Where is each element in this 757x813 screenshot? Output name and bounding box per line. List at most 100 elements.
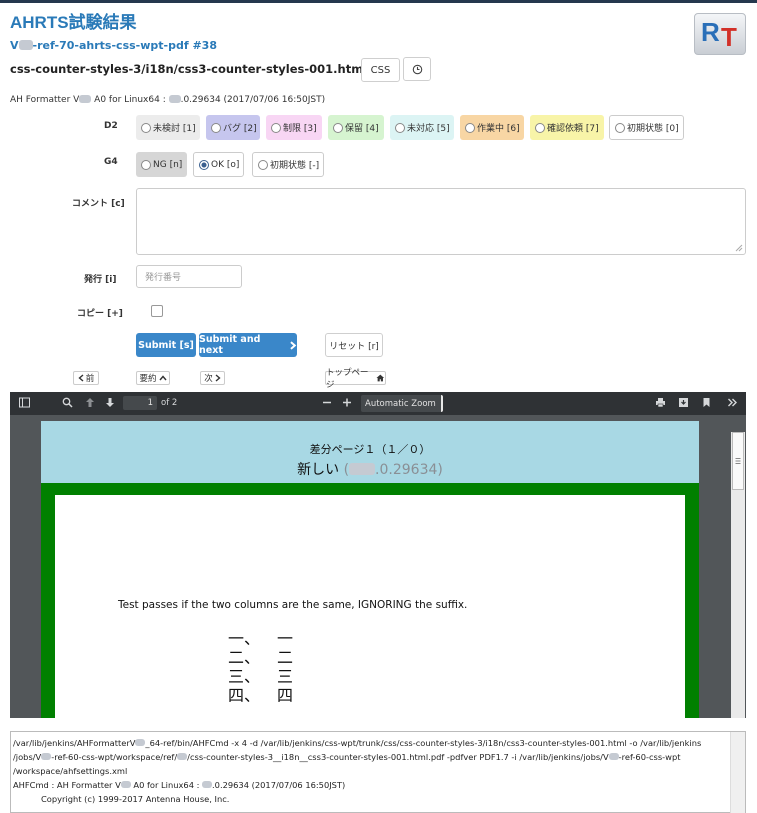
sidebar-toggle-icon[interactable] xyxy=(19,397,30,408)
scroll-thumb[interactable] xyxy=(732,432,744,490)
log-text: /css-counter-styles-3__i18n__css3-counte… xyxy=(187,752,609,762)
radio-button[interactable] xyxy=(333,122,343,133)
option-label: 初期状態 [0] xyxy=(627,124,679,134)
download-icon[interactable] xyxy=(678,397,689,408)
test-instruction: Test passes if the two columns are the s… xyxy=(118,599,468,611)
log-line: /var/lib/jenkins/AHFormatterV _64-ref/bin… xyxy=(13,736,725,750)
log-line: AHFCmd : AH Formatter V A0 for Linux64 :… xyxy=(13,778,725,792)
comment-textarea[interactable] xyxy=(136,188,746,255)
bookmark-icon[interactable] xyxy=(702,397,711,408)
d2-option[interactable]: 未検討 [1] xyxy=(136,115,200,140)
radio-button[interactable] xyxy=(141,159,151,170)
radio-button[interactable] xyxy=(199,159,209,170)
build-link-prefix: V xyxy=(10,39,19,52)
logo-letter-t: T xyxy=(721,22,737,52)
radio-button[interactable] xyxy=(395,122,405,133)
redacted-version xyxy=(177,753,188,760)
command-log[interactable]: /var/lib/jenkins/AHFormatterV _64-ref/bin… xyxy=(10,731,746,813)
log-scrollbar[interactable] xyxy=(730,732,745,813)
g4-option[interactable]: 初期状態 [-] xyxy=(252,152,324,177)
top-border xyxy=(0,0,757,3)
d2-label: D2 xyxy=(104,121,118,131)
redacted-version xyxy=(135,739,146,746)
issue-number-input[interactable]: 発行番号 xyxy=(136,265,242,288)
log-text: /jobs/V xyxy=(13,752,42,762)
copy-checkbox[interactable] xyxy=(151,305,163,317)
tools-chevron-icon[interactable] xyxy=(727,397,738,408)
redacted-version xyxy=(349,463,376,475)
zoom-out-icon[interactable] xyxy=(322,397,332,408)
next-button[interactable]: 次 xyxy=(200,371,225,385)
rendered-test-area: Test passes if the two columns are the s… xyxy=(55,495,685,718)
print-icon[interactable] xyxy=(655,397,666,408)
copy-label: コピー [+] xyxy=(77,309,123,319)
summary-button[interactable]: 要約 xyxy=(136,371,170,385)
previous-page-icon[interactable] xyxy=(85,397,95,408)
test-filename: css-counter-styles-3/i18n/css3-counter-s… xyxy=(10,62,368,76)
radio-button[interactable] xyxy=(465,122,475,133)
d2-option[interactable]: 初期状態 [0] xyxy=(609,115,684,140)
grip-icon xyxy=(735,458,741,464)
radio-button[interactable] xyxy=(535,122,545,133)
submit-button[interactable]: Submit [s] xyxy=(136,333,196,357)
d2-option[interactable]: 保留 [4] xyxy=(328,115,384,140)
d2-option[interactable]: バグ [2] xyxy=(206,115,260,140)
log-text: -ref-60-css-wpt xyxy=(618,752,681,762)
d2-option[interactable]: 制限 [3] xyxy=(266,115,322,140)
radio-button[interactable] xyxy=(258,159,268,170)
clock-icon xyxy=(412,64,422,74)
top-page-button[interactable]: トップページ xyxy=(325,368,386,390)
option-label: 制限 [3] xyxy=(283,124,317,134)
d2-option[interactable]: 未対応 [5] xyxy=(390,115,454,140)
formatter-prefix: AH Formatter V xyxy=(10,95,80,105)
zoom-in-icon[interactable] xyxy=(342,397,352,408)
pdf-scrollbar[interactable] xyxy=(731,432,745,718)
summary-label: 要約 xyxy=(139,374,157,384)
prev-button[interactable]: 前 xyxy=(73,371,99,385)
option-label: OK [o] xyxy=(211,159,240,170)
option-label: 未検討 [1] xyxy=(153,124,196,134)
pdf-viewer[interactable]: 1 of 2 Automatic Zoom 差分ページ１（１／０） 新しい (.… xyxy=(10,392,746,718)
radio-button[interactable] xyxy=(141,122,151,133)
option-label: 未対応 [5] xyxy=(407,124,450,134)
search-icon[interactable] xyxy=(62,397,73,408)
next-page-icon[interactable] xyxy=(105,397,115,408)
history-button[interactable] xyxy=(403,57,431,81)
cjk-numeral: 一 xyxy=(277,629,294,648)
new-version-label: 新しい (.0.29634) xyxy=(41,459,699,479)
cjk-numeral: 三 xyxy=(277,667,294,686)
resize-handle-icon[interactable] xyxy=(735,244,743,252)
page-number-input[interactable]: 1 xyxy=(123,396,157,410)
redacted-version xyxy=(608,753,619,760)
radio-button[interactable] xyxy=(271,122,281,133)
radio-button[interactable] xyxy=(211,122,221,133)
page-title: AHRTS試験結果 xyxy=(10,13,137,32)
page-total: of 2 xyxy=(161,398,178,408)
prev-label: 前 xyxy=(85,374,95,384)
build-link-suffix: -ref-70-ahrts-css-wpt-pdf #38 xyxy=(32,39,217,52)
cjk-numeral: 四、 xyxy=(228,686,261,705)
d2-option[interactable]: 確認依頼 [7] xyxy=(530,115,604,140)
cjk-numeral: 二 xyxy=(277,648,294,667)
result-frame: Test passes if the two columns are the s… xyxy=(41,483,699,718)
option-label: バグ [2] xyxy=(223,124,257,134)
next-label: 次 xyxy=(204,374,213,384)
d2-option[interactable]: 作業中 [6] xyxy=(460,115,524,140)
css-button[interactable]: CSS xyxy=(361,58,400,82)
formatter-version: AH Formatter V A0 for Linux64 : .0.29634… xyxy=(10,95,325,105)
log-line: /workspace/ahfsettings.xml xyxy=(13,766,128,776)
zoom-select[interactable]: Automatic Zoom xyxy=(361,395,443,412)
option-label: 作業中 [6] xyxy=(477,124,520,134)
reset-button[interactable]: リセット [r] xyxy=(325,333,383,357)
rt-logo: R T xyxy=(694,13,746,55)
pdf-page: 差分ページ１（１／０） 新しい (.0.29634) Test passes i… xyxy=(41,421,699,718)
g4-option[interactable]: OK [o] xyxy=(193,152,244,177)
submit-and-next-button[interactable]: Submit and next xyxy=(199,333,297,357)
radio-button[interactable] xyxy=(615,122,625,133)
g4-option[interactable]: NG [n] xyxy=(136,152,187,177)
chevron-right-icon xyxy=(215,374,221,382)
pdf-toolbar: 1 of 2 Automatic Zoom xyxy=(10,392,746,415)
build-link[interactable]: V -ref-70-ahrts-css-wpt-pdf #38 xyxy=(10,39,217,52)
option-label: 保留 [4] xyxy=(345,124,379,134)
logo-letter-r: R xyxy=(701,17,720,47)
